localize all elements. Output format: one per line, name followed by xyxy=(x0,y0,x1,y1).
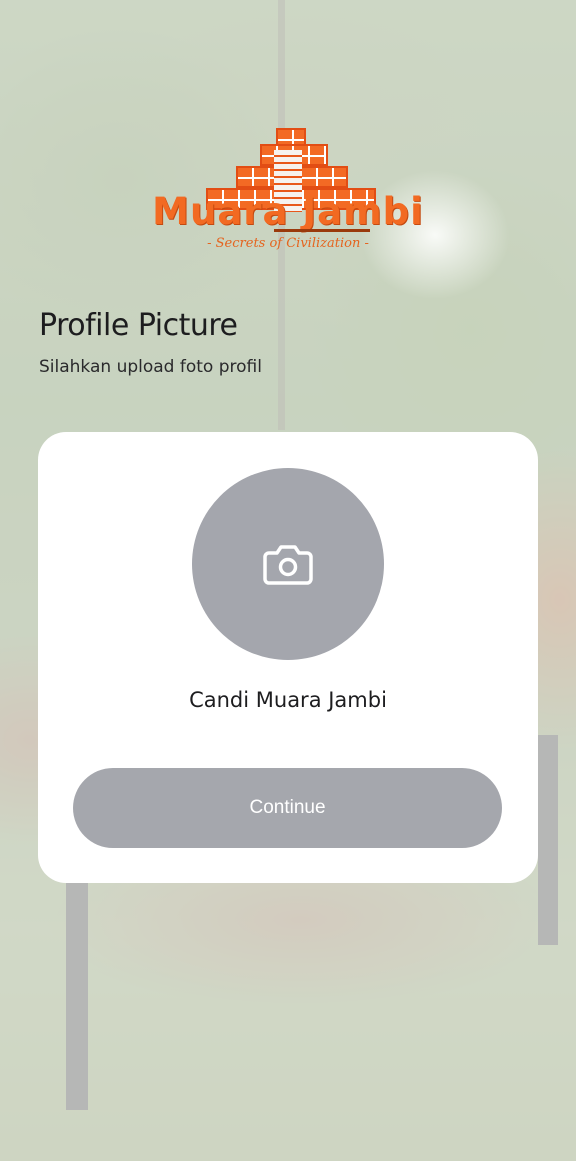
page-title: Profile Picture xyxy=(39,308,238,343)
profile-card: Candi Muara Jambi Continue xyxy=(38,432,538,883)
profile-name: Candi Muara Jambi xyxy=(189,688,387,712)
logo-title: Muara Jambi xyxy=(152,190,424,233)
app-logo: Muara Jambi - Secrets of Civilization - xyxy=(126,126,450,258)
continue-button[interactable]: Continue xyxy=(73,768,502,848)
avatar-upload-button[interactable] xyxy=(192,468,384,660)
logo-underline xyxy=(274,229,370,232)
camera-icon xyxy=(263,545,313,585)
page-subtitle: Silahkan upload foto profil xyxy=(39,357,262,377)
logo-tagline: - Secrets of Civilization - xyxy=(207,236,369,251)
